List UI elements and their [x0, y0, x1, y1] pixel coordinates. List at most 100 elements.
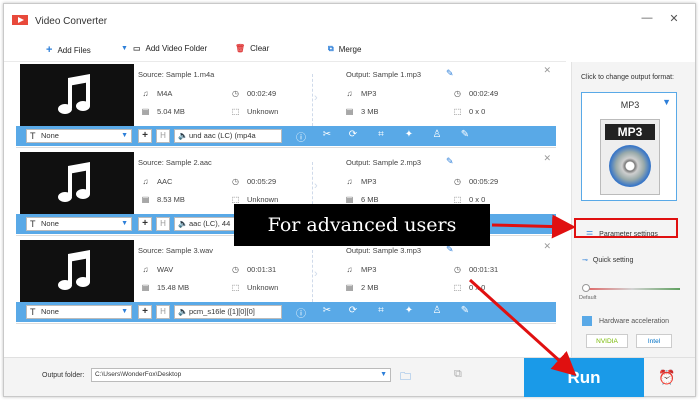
- output-folder-path: C:\Users\WonderFox\Desktop: [95, 371, 182, 378]
- open-folder-icon[interactable]: ⧉: [454, 368, 462, 381]
- watermark-icon[interactable]: ♙: [430, 129, 444, 140]
- crop-icon[interactable]: ⌗: [374, 129, 388, 140]
- format-badge: MP3: [605, 124, 655, 140]
- thumbnail[interactable]: [20, 152, 134, 216]
- subtitle-select[interactable]: T None ▼: [26, 305, 132, 319]
- resolution-icon: ⬚: [231, 283, 240, 292]
- annotation-label: For advanced users: [234, 204, 490, 246]
- output-duration: ◷ 00:01:31: [454, 265, 499, 274]
- nvidia-badge[interactable]: NVIDIA: [586, 334, 628, 348]
- thumbnail[interactable]: [20, 240, 134, 304]
- close-window-icon[interactable]: ✕: [666, 12, 682, 25]
- clock-icon: ◷: [232, 265, 239, 274]
- browse-folder-icon[interactable]: 🗀: [400, 368, 411, 387]
- output-format-selector[interactable]: MP3 ▼ MP3: [581, 92, 677, 201]
- title-bar: Video Converter — ✕: [4, 4, 695, 37]
- source-duration: ◷ 00:05:29: [232, 177, 277, 186]
- add-files-button[interactable]: + Add Files: [46, 44, 91, 56]
- source-duration: ◷ 00:02:49: [232, 89, 277, 98]
- audio-file-icon: ♫: [346, 177, 353, 186]
- subtitle-select[interactable]: T None ▼: [26, 129, 132, 143]
- cut-icon[interactable]: ✂: [320, 129, 334, 140]
- clear-label: Clear: [250, 44, 270, 53]
- chevron-down-icon: ▼: [662, 97, 671, 107]
- output-name: Output: Sample 1.mp3: [346, 70, 422, 79]
- run-button[interactable]: Run: [524, 358, 644, 397]
- hardsub-button[interactable]: H: [156, 129, 170, 143]
- add-subtitle-button[interactable]: +: [138, 217, 152, 231]
- output-format: ♫ MP3: [344, 264, 377, 275]
- source-name: Source: Sample 1.m4a: [138, 70, 215, 79]
- source-size: ▤ 5.04 MB: [141, 107, 185, 116]
- speaker-icon: 🔈: [178, 307, 188, 316]
- rotate-icon[interactable]: ⟳: [346, 129, 360, 140]
- remove-file-icon[interactable]: ✕: [543, 241, 551, 252]
- resolution-icon: ⬚: [453, 283, 462, 292]
- add-subtitle-button[interactable]: +: [138, 129, 152, 143]
- hardsub-button[interactable]: H: [156, 217, 170, 231]
- merge-label: Merge: [338, 44, 362, 54]
- music-note-icon: [58, 250, 90, 290]
- output-size: ▤ 3 MB: [345, 107, 379, 116]
- remove-file-icon[interactable]: ✕: [543, 65, 551, 76]
- quality-slider-handle[interactable]: [582, 284, 590, 292]
- effects-icon[interactable]: ✦: [402, 129, 416, 140]
- source-resolution: ⬚ Unknown: [231, 107, 279, 116]
- edit-pencil-icon[interactable]: ✎: [446, 68, 454, 79]
- edit-subtitle-icon[interactable]: ✎: [458, 305, 472, 316]
- crop-icon[interactable]: ⌗: [374, 305, 388, 316]
- effects-icon[interactable]: ✦: [402, 305, 416, 316]
- quick-setting-label-row: ⊸ Quick setting: [582, 256, 633, 265]
- add-subtitle-button[interactable]: +: [138, 305, 152, 319]
- rotate-icon[interactable]: ⟳: [346, 305, 360, 316]
- info-icon[interactable]: ⓘ: [294, 305, 308, 320]
- source-duration: ◷ 00:01:31: [232, 265, 277, 274]
- alarm-clock-icon[interactable]: ⏰: [658, 369, 675, 386]
- mp3-format-icon: MP3: [600, 119, 660, 195]
- file-size-icon: ▤: [345, 283, 354, 292]
- file-size-icon: ▤: [345, 107, 354, 116]
- output-folder-field[interactable]: C:\Users\WonderFox\Desktop ▼: [91, 368, 391, 382]
- clock-icon: ◷: [232, 177, 239, 186]
- music-note-icon: [58, 74, 90, 114]
- file-size-icon: ▤: [141, 195, 150, 204]
- audio-track-select[interactable]: 🔈 und aac (LC) (mp4a: [174, 129, 282, 143]
- source-format: ♫ WAV: [140, 264, 174, 275]
- output-duration: ◷ 00:02:49: [454, 89, 499, 98]
- remove-file-icon[interactable]: ✕: [543, 153, 551, 164]
- slider-default-label: Default: [579, 295, 597, 301]
- clock-icon: ◷: [454, 89, 461, 98]
- minimize-icon[interactable]: —: [639, 12, 655, 24]
- output-duration: ◷ 00:05:29: [454, 177, 499, 186]
- convert-arrow: ›: [312, 74, 336, 126]
- plus-icon: +: [46, 44, 53, 56]
- info-icon[interactable]: ⓘ: [294, 129, 308, 144]
- clear-button[interactable]: 🗑 Clear: [235, 44, 269, 53]
- source-name: Source: Sample 3.wav: [138, 246, 214, 255]
- file-options-bar: T None ▼ + H 🔈 pcm_s16le ([1][0][0] ⓘ ✂ ⟳ ⌗…: [16, 302, 556, 322]
- quality-slider-track[interactable]: [584, 288, 680, 290]
- cut-icon[interactable]: ✂: [320, 305, 334, 316]
- file-size-icon: ▤: [141, 283, 150, 292]
- file-options-bar: T None ▼ + H 🔈 und aac (LC) (mp4a ⓘ ✂ ⟳ ⌗ ✦…: [16, 126, 556, 146]
- audio-track-select[interactable]: 🔈 pcm_s16le ([1][0][0]: [174, 305, 282, 319]
- hardware-acceleration-toggle[interactable]: Hardware acceleration: [582, 314, 684, 328]
- music-note-icon: [58, 162, 90, 202]
- hardsub-button[interactable]: H: [156, 305, 170, 319]
- output-size: ▤ 2 MB: [345, 283, 379, 292]
- edit-pencil-icon[interactable]: ✎: [446, 156, 454, 167]
- intel-badge[interactable]: Intel: [636, 334, 672, 348]
- dropdown-icon: ▼: [121, 45, 128, 52]
- audio-file-icon: ♫: [142, 89, 149, 98]
- toolbar: + Add Files ▼ ▭ Add Video Folder 🗑 Clear…: [4, 37, 566, 62]
- add-video-folder-button[interactable]: ▼ ▭ Add Video Folder: [121, 44, 207, 53]
- subtitle-select[interactable]: T None ▼: [26, 217, 132, 231]
- file-size-icon: ▤: [141, 107, 150, 116]
- watermark-icon[interactable]: ♙: [430, 305, 444, 316]
- clock-icon: ◷: [232, 89, 239, 98]
- edit-subtitle-icon[interactable]: ✎: [458, 129, 472, 140]
- resolution-icon: ⬚: [453, 107, 462, 116]
- thumbnail[interactable]: [20, 64, 134, 128]
- file-row: Source: Sample 1.m4a ♫ M4A ◷ 00:02:49 ▤ 5.0…: [16, 62, 556, 148]
- merge-button[interactable]: ⧉ Merge: [328, 44, 361, 54]
